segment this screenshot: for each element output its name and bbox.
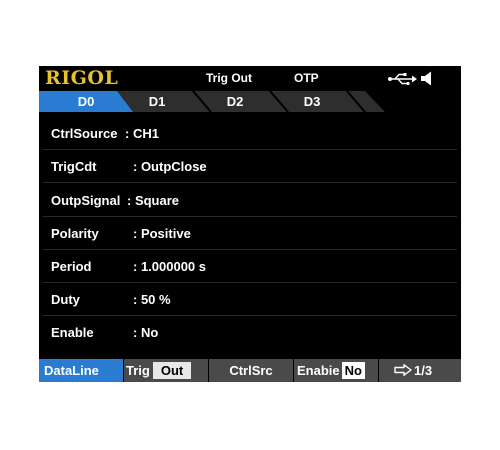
param-label: OutpSignal [51, 193, 121, 208]
tab-d0[interactable]: D0 [66, 94, 106, 109]
enable-softkey[interactable]: Enabie No [294, 359, 378, 382]
trig-softkey[interactable]: Trig Out [124, 359, 208, 382]
param-label: Enable [51, 325, 94, 340]
tab-d1[interactable]: D1 [137, 94, 177, 109]
param-label: TrigCdt [51, 159, 97, 174]
speaker-icon [421, 71, 431, 86]
brand-logo: RIGOL [45, 67, 119, 89]
param-row-enable[interactable]: Enable : No [39, 317, 461, 349]
dataline-label: DataLine [44, 363, 99, 378]
ctrlsrc-softkey[interactable]: CtrlSrc [209, 359, 293, 382]
param-value: : Positive [133, 226, 191, 241]
param-row-duty[interactable]: Duty : 50 % [39, 284, 461, 316]
row-divider [43, 149, 457, 150]
row-divider [43, 182, 457, 183]
param-value: : No [133, 325, 159, 340]
enable-value: No [341, 362, 365, 380]
param-row-ctrlsource[interactable]: CtrlSource : CH1 [39, 118, 461, 150]
otp-indicator: OTP [294, 71, 319, 85]
row-divider [43, 315, 457, 316]
param-row-period[interactable]: Period : 1.000000 s [39, 251, 461, 283]
arrow-right-icon [394, 364, 412, 376]
dataline-softkey[interactable]: DataLine [39, 359, 123, 382]
param-label: CtrlSource [51, 126, 118, 141]
tab-d3[interactable]: D3 [292, 94, 332, 109]
next-page-softkey[interactable]: 1/3 [379, 359, 461, 382]
param-value: : CH1 [125, 126, 159, 141]
tab-d2[interactable]: D2 [215, 94, 255, 109]
param-value: : Square [127, 193, 180, 208]
trig-value: Out [152, 362, 192, 380]
param-value: : OutpClose [133, 159, 207, 174]
row-divider [43, 249, 457, 250]
param-label: Duty [51, 292, 80, 307]
instrument-screen: RIGOL Trig Out OTP D0 D1 D2 D3 CtrlSourc… [39, 66, 461, 382]
ctrlsrc-label: CtrlSrc [229, 363, 273, 378]
param-row-trigcdt[interactable]: TrigCdt : OutpClose [39, 151, 461, 183]
param-label: Period [51, 259, 92, 274]
softkey-bar: DataLine Trig Out CtrlSrc Enabie No 1/3 [39, 359, 461, 382]
row-divider [43, 216, 457, 217]
mode-indicator: Trig Out [206, 71, 252, 85]
trig-label: Trig [126, 363, 150, 378]
status-bar: RIGOL Trig Out OTP [39, 66, 461, 91]
page-indicator: 1/3 [414, 363, 433, 378]
channel-tabs: D0 D1 D2 D3 [39, 91, 461, 112]
param-row-outpsignal[interactable]: OutpSignal : Square [39, 185, 461, 217]
param-label: Polarity [51, 226, 99, 241]
param-value: : 1.000000 s [133, 259, 207, 274]
enable-label: Enabie [297, 363, 340, 378]
usb-icon [388, 73, 417, 85]
row-divider [43, 282, 457, 283]
param-row-polarity[interactable]: Polarity : Positive [39, 218, 461, 250]
param-value: : 50 % [133, 292, 171, 307]
